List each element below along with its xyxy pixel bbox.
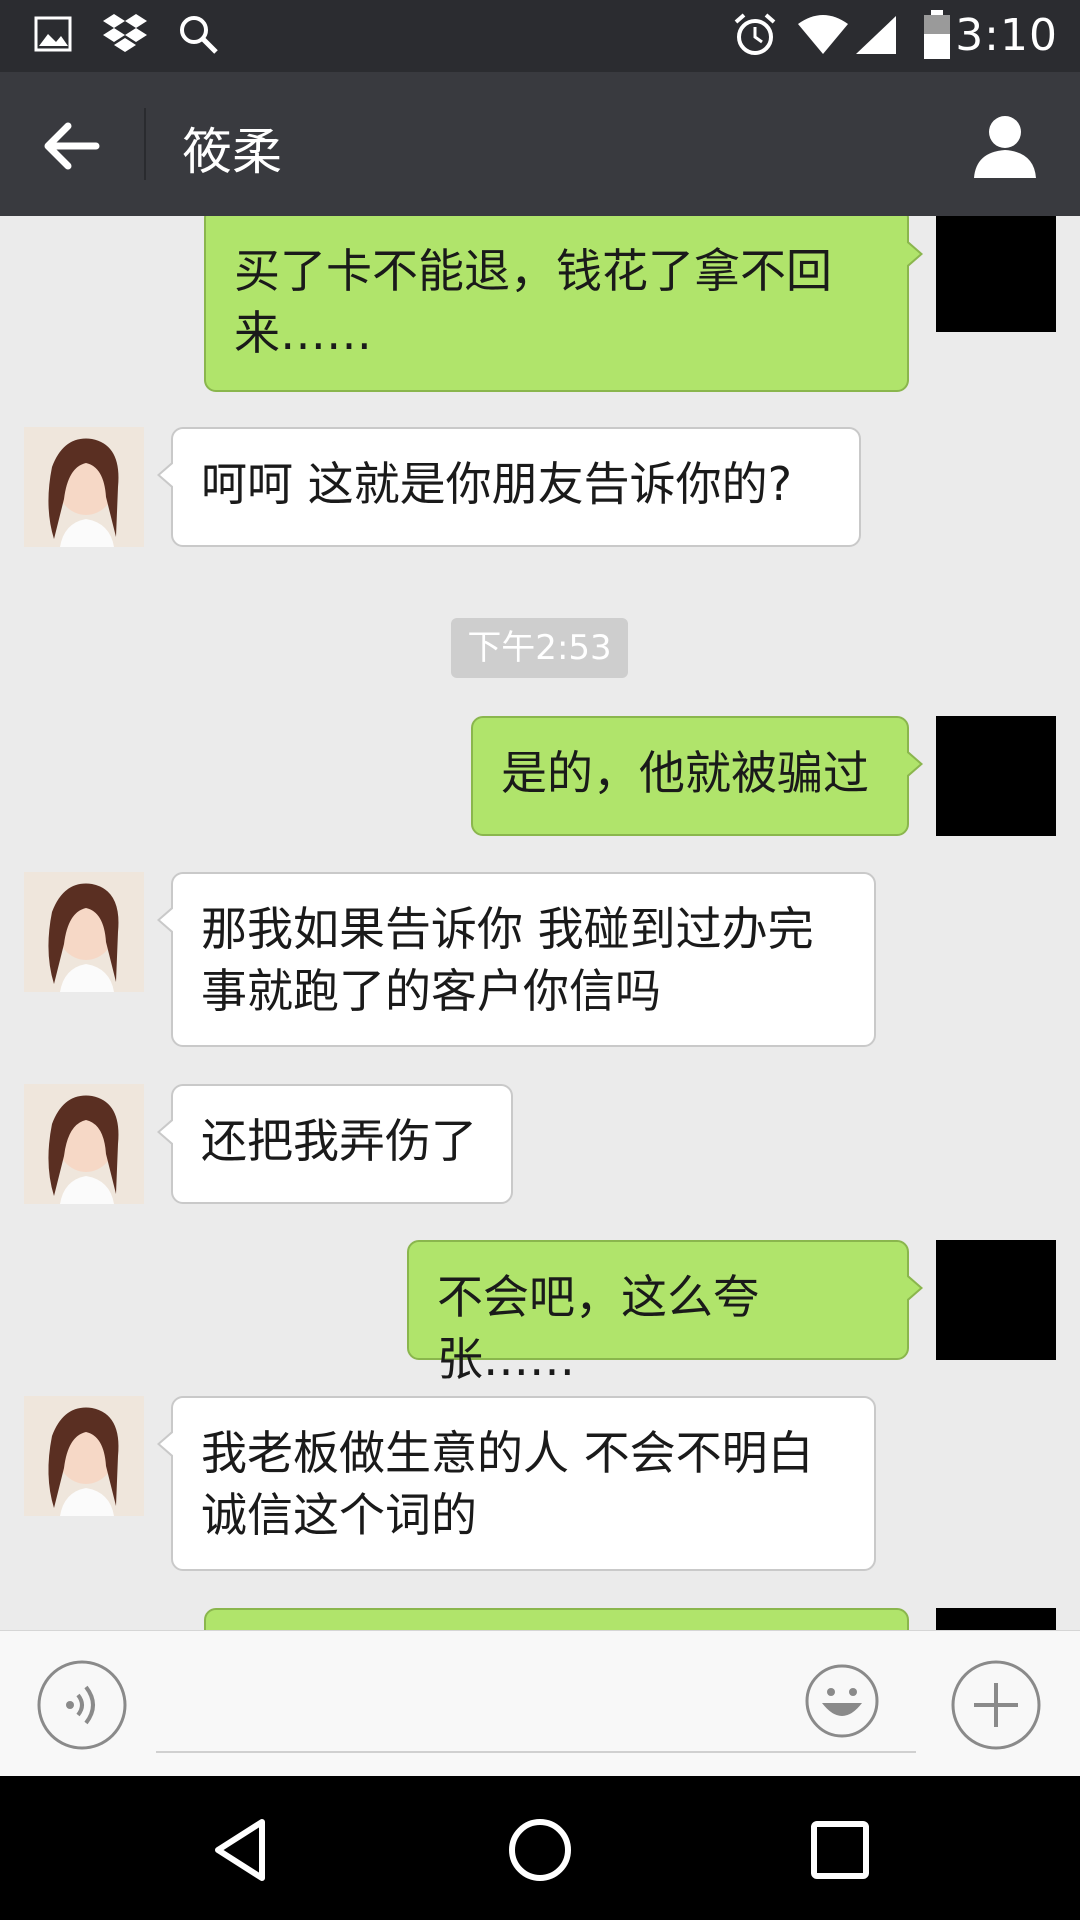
triangle-back-icon <box>215 1819 265 1881</box>
more-button[interactable] <box>950 1659 1042 1751</box>
message-input[interactable] <box>156 1661 916 1753</box>
title-divider <box>144 108 146 180</box>
voice-icon <box>37 1660 127 1750</box>
my-avatar[interactable] <box>936 1608 1056 1630</box>
battery-icon <box>922 10 952 64</box>
voice-button[interactable] <box>36 1659 128 1751</box>
message-bubble-incoming[interactable]: 那我如果告诉你 我碰到过办完事就跑了的客户你信吗 <box>157 872 876 1047</box>
message-bubble-outgoing[interactable]: 是的，他就被骗过 <box>471 716 923 836</box>
message-bubble-outgoing[interactable]: 买了卡不能退，钱花了拿不回来…… <box>204 216 923 392</box>
plus-icon <box>951 1660 1041 1750</box>
chat-title: 筱柔 <box>182 123 282 181</box>
title-bar: 筱柔 <box>0 72 1080 216</box>
wifi-icon <box>796 14 850 60</box>
contact-avatar[interactable] <box>24 1084 144 1204</box>
status-time: 3:10 <box>955 10 1058 61</box>
chat-area[interactable]: 买了卡不能退，钱花了拿不回来…… 呵呵 这就是你朋友告诉你的? 下午2:53 是… <box>0 216 1080 1630</box>
alarm-icon <box>732 12 778 62</box>
message-bubble-incoming[interactable]: 呵呵 这就是你朋友告诉你的? <box>157 427 861 547</box>
status-bar: 3:10 <box>0 0 1080 72</box>
cell-signal-icon <box>854 14 898 60</box>
smiley-icon <box>805 1664 879 1738</box>
nav-back-button[interactable] <box>204 1812 280 1888</box>
emoji-button[interactable] <box>804 1663 880 1739</box>
person-icon <box>974 116 1036 178</box>
my-avatar[interactable] <box>936 1240 1056 1360</box>
message-bubble-incoming[interactable]: 我老板做生意的人 不会不明白诚信这个词的 <box>157 1396 876 1571</box>
contact-avatar[interactable] <box>24 872 144 992</box>
image-icon <box>34 14 74 58</box>
square-recents-icon <box>811 1821 869 1879</box>
nav-home-button[interactable] <box>502 1812 578 1888</box>
contact-avatar[interactable] <box>24 427 144 547</box>
navigation-bar <box>0 1776 1080 1920</box>
back-button[interactable] <box>30 104 114 188</box>
circle-home-icon <box>509 1819 571 1881</box>
message-bubble-outgoing[interactable] <box>204 1608 909 1630</box>
message-bubble-outgoing[interactable]: 不会吧，这么夸张…… <box>407 1240 923 1386</box>
search-icon <box>178 14 220 60</box>
my-avatar[interactable] <box>936 716 1056 836</box>
dropbox-icon <box>102 12 148 60</box>
contact-avatar[interactable] <box>24 1396 144 1516</box>
timestamp: 下午2:53 <box>451 618 628 678</box>
message-bubble-incoming[interactable]: 还把我弄伤了 <box>157 1084 513 1204</box>
input-bar <box>0 1630 1080 1777</box>
arrow-left-icon <box>44 122 100 170</box>
profile-button[interactable] <box>970 110 1040 180</box>
my-avatar[interactable] <box>936 216 1056 332</box>
nav-recents-button[interactable] <box>802 1812 878 1888</box>
